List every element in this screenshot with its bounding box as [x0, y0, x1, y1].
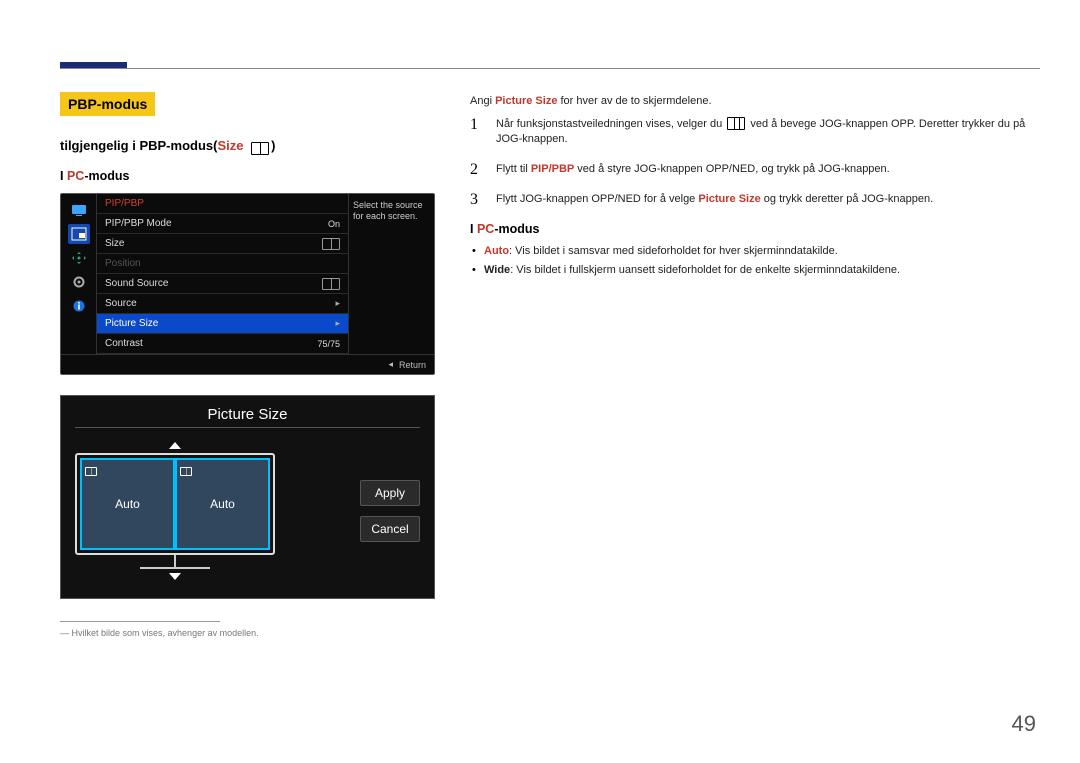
intro-b: Picture Size — [495, 95, 557, 107]
bullet-wide-text: : Vis bildet i fullskjerm uansett sidefo… — [510, 264, 900, 276]
intro-a: Angi — [470, 95, 495, 107]
osd-row-contrast[interactable]: Contrast75/75 — [97, 334, 348, 354]
bullet-auto-text: : Vis bildet i samsvar med sideforholdet… — [509, 245, 838, 257]
chevron-down-icon[interactable] — [169, 573, 181, 580]
page-number: 49 — [1012, 711, 1036, 737]
left-column: PBP-modus tilgjengelig i PBP-modus(Size … — [60, 92, 440, 638]
step2-c: ved å styre JOG-knappen OPP/NED, og tryk… — [574, 163, 889, 175]
osd-footer: ◂ Return — [61, 354, 434, 374]
bullet-auto: Auto: Vis bildet i samsvar med sideforho… — [470, 244, 1040, 259]
bullet-wide-label: Wide — [484, 264, 510, 276]
intro-text: Angi Picture Size for hver av de to skje… — [470, 95, 1040, 107]
step3-a: Flytt JOG-knappen OPP/NED for å velge — [496, 193, 698, 205]
step-2: 2 Flytt til PIP/PBP ved å styre JOG-knap… — [470, 162, 1040, 178]
bullets-list: Auto: Vis bildet i samsvar med sideforho… — [470, 244, 1040, 279]
pc-mode2-prefix: I — [470, 222, 477, 236]
sound-split-icon — [322, 278, 340, 290]
brightness-icon[interactable] — [68, 200, 90, 220]
arrow-right-icon: ▸ — [335, 298, 340, 309]
panel-title: Picture Size — [75, 406, 420, 423]
split-screen-icon — [249, 140, 271, 155]
step1-a: Når funksjonstastveiledningen vises, vel… — [496, 118, 725, 130]
bullet-auto-label: Auto — [484, 245, 509, 257]
step-3: 3 Flytt JOG-knappen OPP/NED for å velge … — [470, 192, 1040, 208]
osd-row-source[interactable]: Source▸ — [97, 294, 348, 314]
monitor-base — [140, 567, 210, 569]
osd-hint: Select the source for each screen. — [348, 194, 434, 354]
monitor-stand — [174, 555, 176, 567]
settings-gear-icon[interactable] — [68, 272, 90, 292]
size-split-icon — [322, 238, 340, 250]
step3-b: Picture Size — [698, 193, 760, 205]
pc-mode-heading-left: I PC-modus — [60, 169, 440, 183]
steps-list: 1 Når funksjonstastveiledningen vises, v… — [470, 117, 1040, 208]
pc-mode2-suffix: -modus — [494, 222, 539, 236]
pane-chip-icon — [180, 463, 192, 473]
panel-buttons: Apply Cancel — [360, 480, 420, 542]
osd-title: PIP/PBP — [97, 194, 348, 214]
osd-row-mode[interactable]: PIP/PBP ModeOn — [97, 214, 348, 234]
right-pane[interactable]: Auto — [175, 458, 270, 550]
pane-chip-icon — [85, 463, 97, 473]
apply-button[interactable]: Apply — [360, 480, 420, 506]
subtitle-size-red: Size — [217, 138, 243, 153]
osd-row-picture-size[interactable]: Picture Size▸ — [97, 314, 348, 334]
header-rule — [60, 68, 1040, 69]
pc-mode-suffix: -modus — [84, 169, 129, 183]
chevron-up-icon[interactable] — [169, 442, 181, 449]
step2-b: PIP/PBP — [531, 163, 574, 175]
step2-a: Flytt til — [496, 163, 531, 175]
subtitle-available: tilgjengelig i PBP-modus(Size ) — [60, 138, 440, 155]
subtitle-prefix: tilgjengelig i PBP-modus( — [60, 138, 217, 153]
pc-mode-heading-right: I PC-modus — [470, 222, 1040, 236]
section-badge: PBP-modus — [60, 92, 155, 116]
footnote-text: Hvilket bilde som vises, avhenger av mod… — [72, 628, 259, 638]
step-num: 3 — [470, 192, 484, 208]
step-num: 1 — [470, 117, 484, 133]
right-pane-label: Auto — [210, 497, 235, 511]
pc-mode2-red: PC — [477, 222, 494, 236]
intro-c: for hver av de to skjermdelene. — [557, 95, 711, 107]
left-pane-label: Auto — [115, 497, 140, 511]
cancel-button[interactable]: Cancel — [360, 516, 420, 542]
right-column: Angi Picture Size for hver av de to skje… — [470, 95, 1040, 283]
arrow-right-icon: ▸ — [335, 318, 340, 329]
osd-main-list: PIP/PBP PIP/PBP ModeOn Size Position Sou… — [96, 194, 348, 354]
pip-pbp-icon[interactable] — [68, 224, 90, 244]
info-icon[interactable] — [68, 296, 90, 316]
monitor-frame: Auto Auto — [75, 453, 275, 555]
step3-c: og trykk deretter på JOG-knappen. — [761, 193, 933, 205]
panel-rule — [75, 427, 420, 428]
bullet-wide: Wide: Vis bildet i fullskjerm uansett si… — [470, 263, 1040, 278]
left-pane[interactable]: Auto — [80, 458, 175, 550]
step-1: 1 Når funksjonstastveiledningen vises, v… — [470, 117, 1040, 148]
footnote: ― Hvilket bilde som vises, avhenger av m… — [60, 621, 440, 638]
osd-row-sound[interactable]: Sound Source — [97, 274, 348, 294]
monitor-preview: Auto Auto — [75, 438, 275, 584]
pc-mode-prefix: I — [60, 169, 67, 183]
osd-menu: PIP/PBP PIP/PBP ModeOn Size Position Sou… — [60, 193, 435, 375]
picture-size-panel: Picture Size Auto Auto — [60, 395, 435, 599]
osd-row-position: Position — [97, 254, 348, 274]
step-num: 2 — [470, 162, 484, 178]
move-icon[interactable] — [68, 248, 90, 268]
subtitle-suffix: ) — [271, 138, 275, 153]
return-arrow-icon: ◂ — [388, 359, 393, 370]
pc-mode-red: PC — [67, 169, 84, 183]
return-label: Return — [399, 360, 426, 370]
menu-grid-icon — [727, 117, 745, 130]
osd-row-size[interactable]: Size — [97, 234, 348, 254]
osd-side-icons — [61, 194, 96, 354]
manual-page: PBP-modus tilgjengelig i PBP-modus(Size … — [0, 0, 1080, 763]
